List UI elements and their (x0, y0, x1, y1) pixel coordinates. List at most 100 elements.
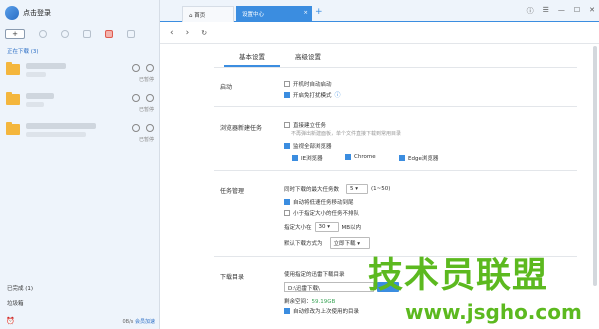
edge-checkbox[interactable] (399, 155, 405, 161)
chrome-checkbox[interactable] (345, 154, 351, 160)
completed-label[interactable]: 已完成 (1) (7, 284, 33, 292)
max-tasks-row: 同时下载的最大任务数 5 ▾ (1~50) (284, 184, 390, 194)
recycle-label[interactable]: 垃圾箱 (7, 299, 24, 307)
dnd-option[interactable]: 开启免打扰模式 ⓘ (284, 90, 341, 99)
mode-value: 立即下载 (333, 241, 356, 247)
direct-task-option[interactable]: 直接建立任务 (284, 121, 326, 129)
download-item[interactable]: 已暂停 (6, 120, 156, 144)
tab-settings[interactable]: 设置中心 × (236, 6, 312, 22)
autostart-checkbox[interactable] (284, 81, 290, 87)
use-dir-option[interactable]: 使用指定的迅雷下载目录 (284, 270, 345, 278)
auto-move-label: 自动将低速任务移动到尾 (293, 200, 354, 206)
max-tasks-select[interactable]: 5 ▾ (346, 184, 369, 194)
login-label[interactable]: 点击登录 (23, 8, 51, 18)
new-tab-button[interactable]: + (315, 7, 323, 17)
info-icon[interactable]: ⓘ (335, 90, 341, 99)
auto-mod-option[interactable]: 自动修改为上次使用的目录 (284, 307, 359, 315)
tab-advanced-settings[interactable]: 高级设置 (280, 47, 336, 67)
back-icon[interactable]: ‹ (170, 28, 174, 38)
folder-icon (6, 122, 20, 135)
start-icon[interactable] (39, 30, 47, 38)
item-status: 已暂停 (138, 107, 154, 113)
folder-open-icon[interactable] (146, 94, 154, 102)
download-item[interactable]: 已暂停 (6, 60, 156, 84)
resume-icon[interactable] (132, 64, 140, 72)
folder-open-icon[interactable] (146, 64, 154, 72)
blurred-size (26, 72, 46, 77)
add-task-button[interactable]: + (5, 29, 25, 39)
ie-checkbox[interactable] (292, 155, 298, 161)
direct-task-checkbox[interactable] (284, 122, 290, 128)
pause-icon[interactable] (61, 30, 69, 38)
tab-home[interactable]: ⌂ 首页 (182, 6, 234, 22)
tab-settings-label: 设置中心 (242, 12, 265, 18)
auto-move-option[interactable]: 自动将低速任务移动到尾 (284, 198, 354, 206)
alarm-icon[interactable]: ⏰ (6, 317, 15, 325)
small-first-option[interactable]: 小于指定大小的任务不排队 (284, 209, 359, 217)
autostart-option[interactable]: 开机时自动启动 (284, 80, 332, 88)
max-tasks-label: 同时下载的最大任务数 (284, 187, 340, 193)
nav-bar: ‹ › ↻ (160, 22, 599, 44)
mode-select[interactable]: 立即下载 ▾ (329, 237, 370, 249)
avatar[interactable] (5, 6, 19, 20)
monitor-browsers-checkbox[interactable] (284, 143, 290, 149)
sidebar: 点击登录 + 正在下载 (3) 已暂停 已暂停 已暂停 已完成 (1) 垃圾箱 … (0, 0, 160, 329)
folder-icon (6, 62, 20, 75)
size-row: 指定大小在 30 ▾ MB以内 (284, 222, 361, 232)
downloading-section-label[interactable]: 正在下载 (3) (7, 47, 39, 55)
chrome-option[interactable]: Chrome (345, 154, 376, 160)
dnd-label: 开启免打扰模式 (293, 92, 332, 99)
free-value: 59.19GB (311, 299, 336, 305)
folder-open-icon[interactable] (146, 124, 154, 132)
size-select[interactable]: 30 ▾ (314, 222, 339, 232)
forward-icon[interactable]: › (186, 28, 190, 38)
vip-link[interactable]: 会员加速 (135, 319, 155, 325)
resume-icon[interactable] (132, 124, 140, 132)
close-window-icon[interactable]: ✕ (589, 6, 595, 16)
task-mgmt-title: 任务管理 (220, 188, 245, 195)
auto-mod-label: 自动修改为上次使用的目录 (293, 309, 360, 315)
watermark-text: 技术员联盟 (368, 256, 549, 296)
dnd-checkbox[interactable] (284, 91, 290, 98)
auto-move-checkbox[interactable] (284, 199, 290, 205)
watermark-url: www.jsgho.com (405, 300, 582, 324)
window-controls: ⓘ ☰ — ☐ ✕ (527, 6, 595, 16)
info-icon[interactable]: ⓘ (527, 6, 534, 16)
speed-value: 0B/s (122, 319, 134, 325)
direct-task-note: 不再弹出新建面板，单个文件直接下载到常用目录 (291, 131, 402, 137)
item-status: 已暂停 (138, 77, 154, 83)
more-icon[interactable] (127, 30, 135, 38)
tab-basic-settings[interactable]: 基本设置 (224, 47, 280, 67)
maximize-icon[interactable]: ☐ (574, 6, 580, 16)
max-tasks-value: 5 (350, 186, 354, 192)
tab-bar: ⌂ 首页 设置中心 × + ⓘ ☰ — ☐ ✕ (160, 0, 599, 22)
monitor-browsers-option[interactable]: 监视全部浏览器 (284, 142, 332, 150)
login-area[interactable]: 点击登录 (5, 5, 51, 21)
refresh-icon[interactable]: ↻ (201, 29, 207, 37)
size-label: 指定大小在 (284, 225, 312, 231)
free-label: 剩余空间： (284, 299, 312, 305)
delete-icon[interactable] (83, 30, 91, 38)
resume-icon[interactable] (132, 94, 140, 102)
download-item[interactable]: 已暂停 (6, 90, 156, 114)
pdf-icon[interactable] (105, 30, 113, 38)
close-icon[interactable]: × (303, 10, 308, 16)
blurred-filename (26, 123, 96, 129)
mode-label: 默认下载方式为 (284, 241, 323, 247)
use-dir-label: 使用指定的迅雷下载目录 (284, 272, 345, 278)
chrome-label: Chrome (354, 154, 376, 160)
divider (214, 67, 577, 68)
small-first-checkbox[interactable] (284, 210, 290, 216)
folder-icon (6, 92, 20, 105)
dir-path-input[interactable]: D:\迅雷下载\ (284, 282, 374, 292)
edge-option[interactable]: Edge浏览器 (399, 154, 438, 162)
minimize-icon[interactable]: — (558, 6, 565, 16)
browser-task-title: 浏览器新建任务 (220, 125, 263, 132)
auto-mod-checkbox[interactable] (284, 308, 290, 314)
ie-option[interactable]: IE浏览器 (292, 154, 323, 162)
small-first-label: 小于指定大小的任务不排队 (293, 211, 360, 217)
sidebar-toolbar: + (5, 28, 155, 40)
size-value: 30 (318, 224, 326, 230)
scrollbar[interactable] (593, 46, 597, 286)
menu-icon[interactable]: ☰ (543, 6, 549, 16)
